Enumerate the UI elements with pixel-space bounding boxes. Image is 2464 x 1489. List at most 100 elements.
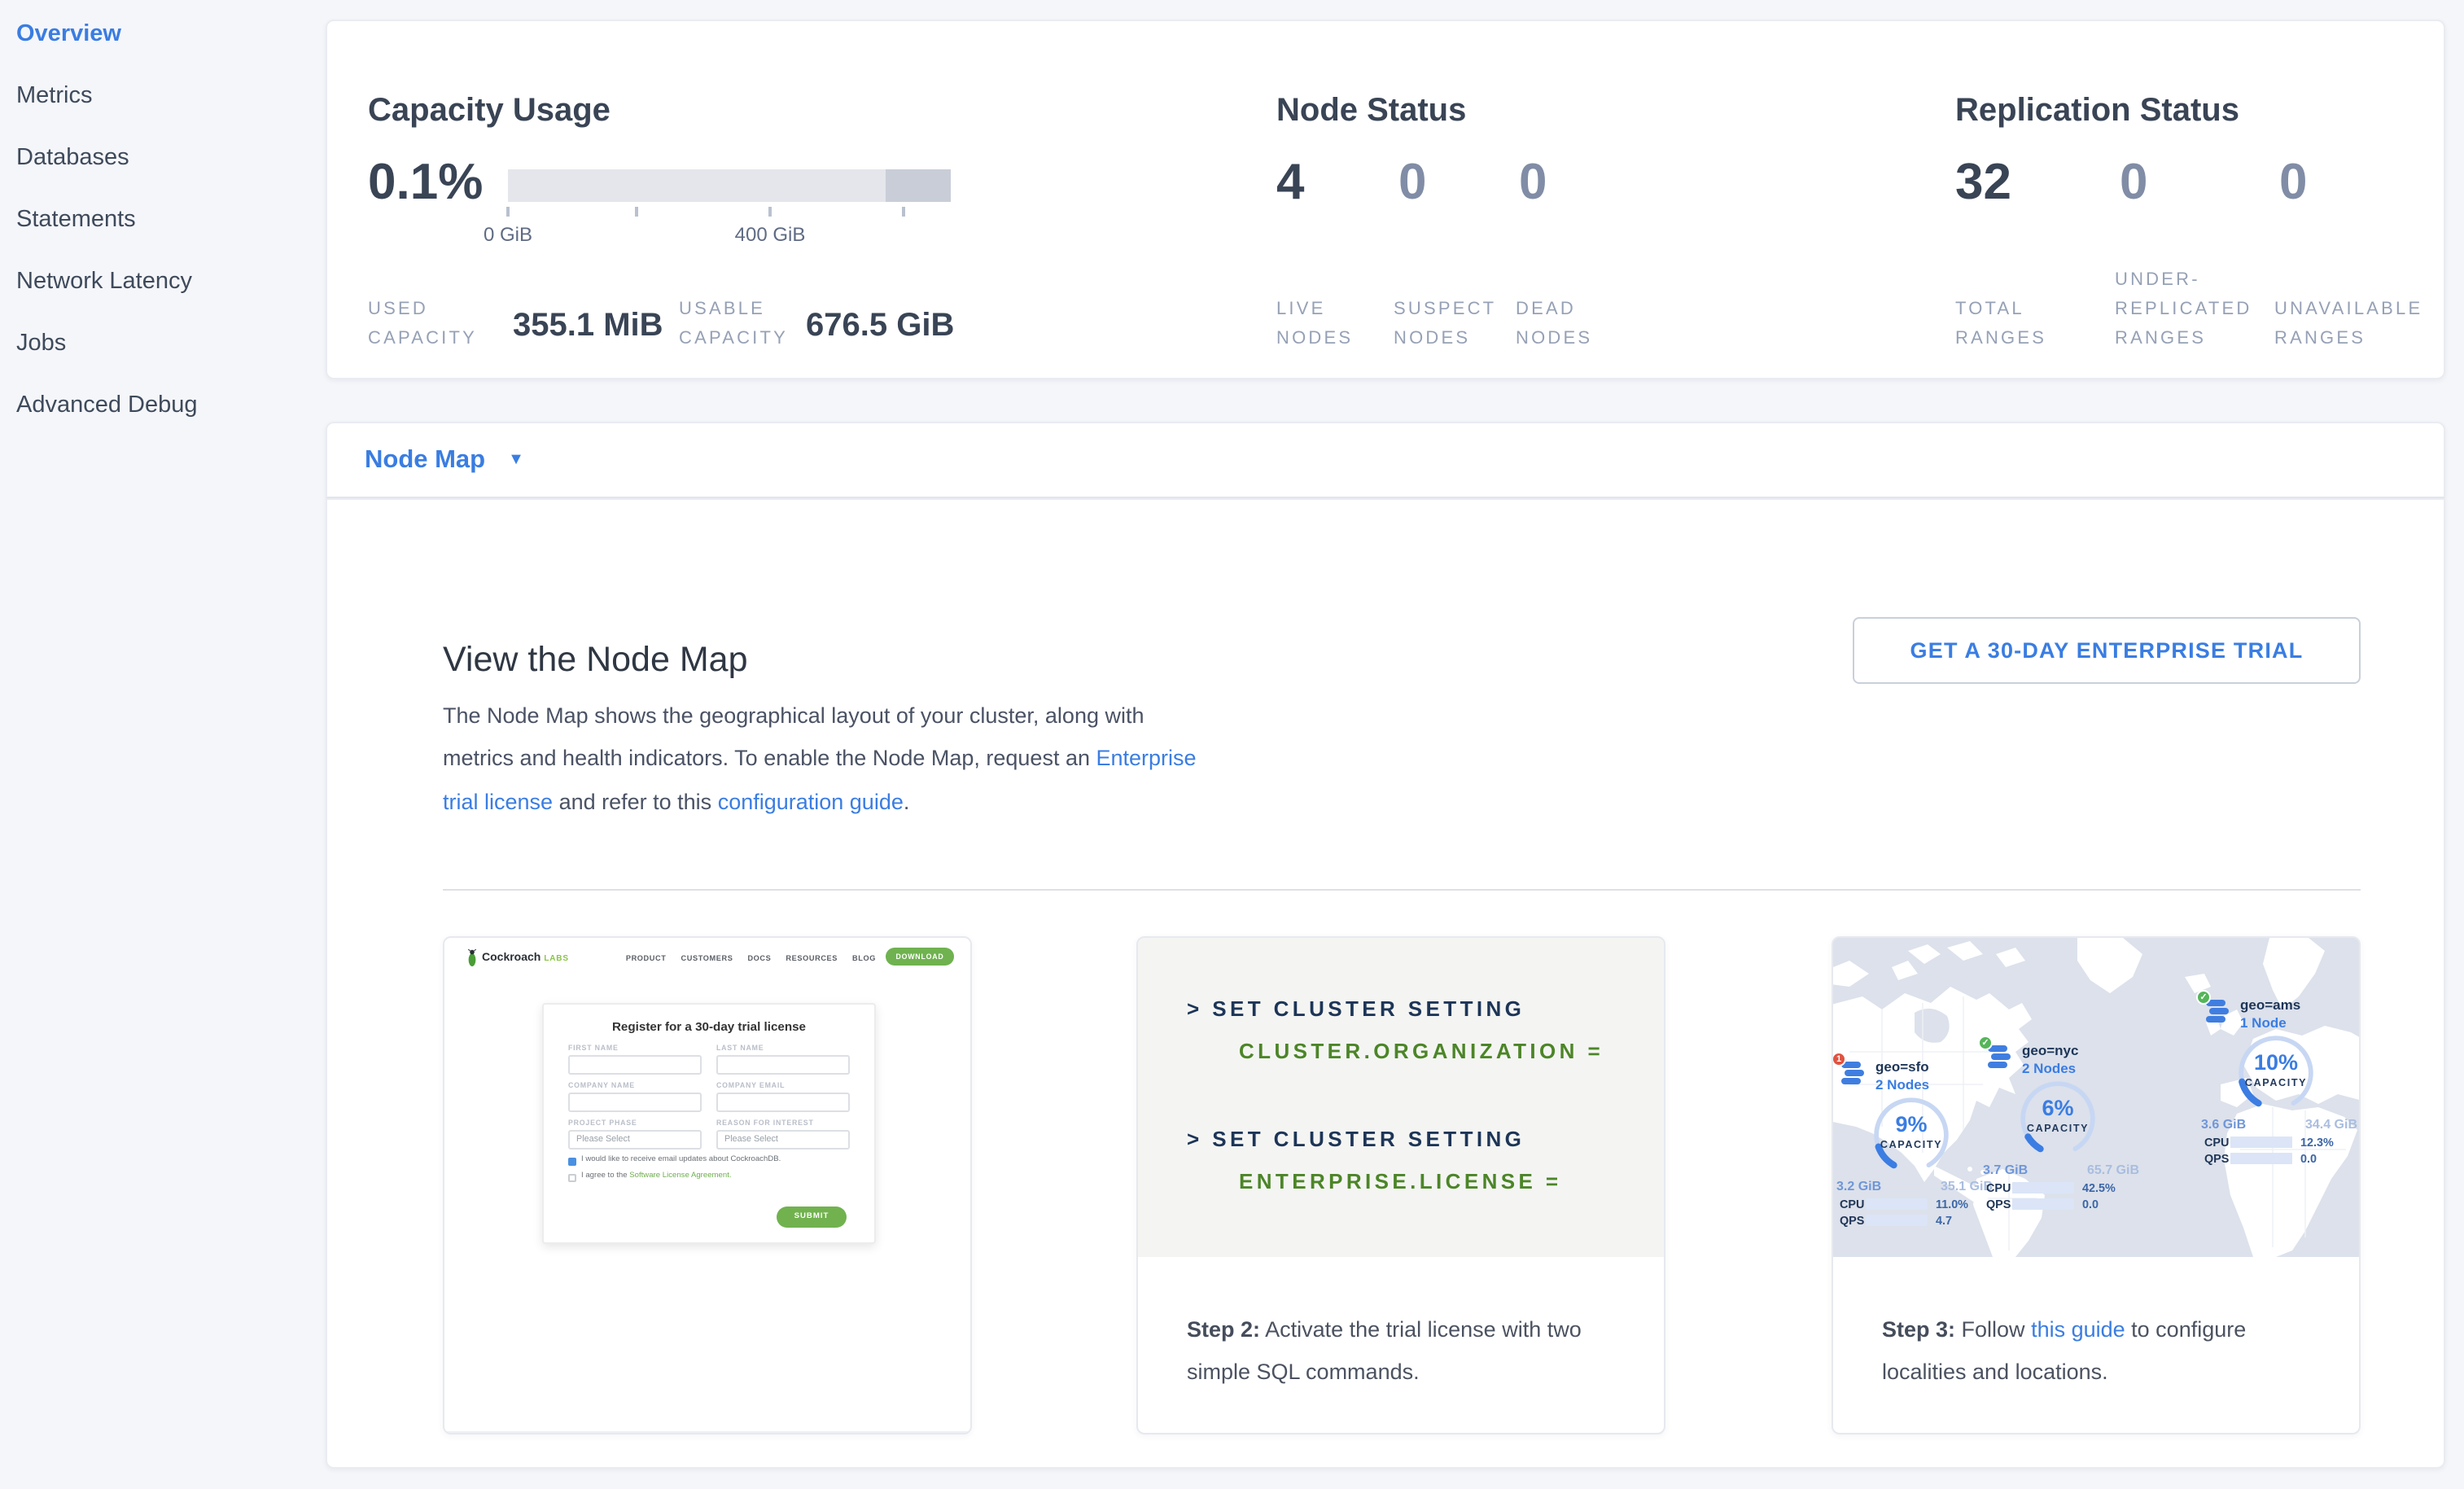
step-2-card: > SET CLUSTER SETTING CLUSTER.ORGANIZATI…	[1136, 936, 1665, 1434]
capacity-gauge: 6% CAPACITY	[2006, 1078, 2110, 1159]
trial-register-form: Register for a 30-day trial license FIRS…	[542, 1003, 876, 1244]
usable-capacity-value: 676.5 GiB	[806, 308, 954, 345]
total-capacity: 65.7 GiB	[2087, 1163, 2139, 1177]
under-replicated-ranges-value: 0	[2120, 155, 2148, 210]
project-phase-select: Please Select	[568, 1130, 702, 1150]
capacity-percent: 0.1%	[368, 155, 483, 210]
this-guide-link[interactable]: this guide	[2031, 1317, 2125, 1342]
checkbox-empty-icon	[568, 1173, 576, 1181]
database-icon	[1840, 1062, 1866, 1086]
locality-name: geo=sfo	[1875, 1058, 1929, 1075]
page: Overview Metrics Databases Statements Ne…	[0, 0, 2464, 1489]
main-content: Capacity Usage 0.1% 0 GiB 400 GiB USEDCA…	[326, 0, 2445, 1469]
used-capacity-value: 355.1 MiB	[513, 308, 663, 345]
capacity-tick	[902, 207, 905, 217]
sidebar: Overview Metrics Databases Statements Ne…	[0, 0, 326, 1489]
sql-commands-image: > SET CLUSTER SETTING CLUSTER.ORGANIZATI…	[1138, 938, 1664, 1257]
node-status-title: Node Status	[1276, 93, 1466, 130]
locality-node-count: 2 Nodes	[1875, 1076, 1929, 1093]
get-enterprise-trial-button[interactable]: GET A 30-DAY ENTERPRISE TRIAL	[1853, 617, 2361, 684]
minisite-header: Cockroach LABS PRODUCT CUSTOMERS DOCS RE…	[444, 938, 970, 980]
node-map-preview-image: 1 geo=sfo 2 Nodes 9% CAPACITY	[1833, 938, 2359, 1257]
locality-name: geo=nyc	[2022, 1042, 2078, 1058]
capacity-bar	[508, 169, 951, 202]
enterprise-trial-license-link[interactable]: Enterprise	[1096, 746, 1197, 770]
capacity-tick	[768, 207, 772, 217]
step-2-caption: Step 2: Activate the trial license with …	[1138, 1257, 1664, 1394]
license-agreement-checkbox: I agree to the Software License Agreemen…	[568, 1172, 850, 1182]
qps-sparkline	[2012, 1198, 2074, 1210]
total-capacity: 35.1 GiB	[1941, 1179, 1993, 1193]
cockroach-bug-icon	[466, 949, 479, 967]
dead-nodes-value: 0	[1519, 155, 1547, 210]
capacity-tick	[506, 207, 510, 217]
sidebar-item-statements[interactable]: Statements	[0, 189, 326, 251]
minisite-download-button: DOWNLOAD	[886, 948, 954, 966]
cluster-stats-panel: Capacity Usage 0.1% 0 GiB 400 GiB USEDCA…	[326, 20, 2445, 379]
cpu-sparkline	[2230, 1136, 2292, 1148]
suspect-nodes-value: 0	[1398, 155, 1427, 210]
checkbox-checked-icon	[568, 1157, 576, 1165]
capacity-usage-title: Capacity Usage	[368, 93, 611, 130]
node-map-dropdown[interactable]: Node Map	[365, 445, 485, 475]
cockroach-labs-logo: Cockroach LABS	[466, 949, 569, 967]
node-map-panel: View the Node Map The Node Map shows the…	[326, 498, 2445, 1469]
healthy-badge-icon: ✓	[1978, 1036, 1993, 1050]
suspect-nodes-label: SUSPECTNODES	[1394, 295, 1496, 353]
enterprise-trial-license-link[interactable]: trial license	[443, 789, 553, 813]
usable-capacity-label: USABLECAPACITY	[679, 295, 788, 353]
used-capacity: 3.7 GiB	[1983, 1163, 2028, 1177]
qps-sparkline	[2230, 1153, 2292, 1164]
submit-button-image: SUBMIT	[777, 1207, 847, 1228]
capacity-gauge: 10% CAPACITY	[2224, 1032, 2328, 1114]
capacity-gauge: 9% CAPACITY	[1859, 1094, 1963, 1176]
capacity-tick-label-0: 0 GiB	[443, 223, 573, 246]
step-3-card: 1 geo=sfo 2 Nodes 9% CAPACITY	[1832, 936, 2361, 1434]
sql-line: CLUSTER.ORGANIZATION =	[1239, 1039, 1604, 1063]
total-ranges-label: TOTALRANGES	[1955, 295, 2046, 353]
sidebar-item-databases[interactable]: Databases	[0, 127, 326, 189]
locality-name: geo=ams	[2240, 996, 2300, 1013]
first-name-field	[568, 1055, 702, 1075]
healthy-badge-icon: ✓	[2196, 990, 2211, 1005]
reason-for-interest-select: Please Select	[716, 1130, 850, 1150]
sidebar-item-overview[interactable]: Overview	[0, 3, 326, 65]
live-nodes-label: LIVENODES	[1276, 295, 1353, 353]
sql-line: ENTERPRISE.LICENSE =	[1239, 1169, 1561, 1193]
email-updates-checkbox: I would like to receive email updates ab…	[568, 1156, 850, 1166]
locality-node-count: 1 Node	[2240, 1014, 2287, 1031]
last-name-field	[716, 1055, 850, 1075]
cpu-sparkline	[1866, 1198, 1928, 1210]
chevron-down-icon[interactable]: ▼	[508, 451, 524, 469]
total-capacity: 34.4 GiB	[2305, 1117, 2357, 1132]
company-email-field	[716, 1093, 850, 1112]
database-icon	[1986, 1045, 2012, 1070]
page-title: View the Node Map	[443, 640, 748, 681]
dead-nodes-label: DEADNODES	[1516, 295, 1592, 353]
sidebar-item-network-latency[interactable]: Network Latency	[0, 251, 326, 313]
live-nodes-value: 4	[1276, 155, 1305, 210]
locality-ams: ✓ geo=ams 1 Node 10% CAPACITY	[2201, 996, 2357, 1032]
capacity-tick	[635, 207, 638, 217]
used-capacity-label: USEDCAPACITY	[368, 295, 477, 353]
minisite-nav: PRODUCT CUSTOMERS DOCS RESOURCES BLOG	[626, 954, 876, 962]
company-name-field	[568, 1093, 702, 1112]
cpu-sparkline	[2012, 1182, 2074, 1193]
divider	[443, 889, 2361, 891]
step-1-caption: Step 1: Get a trial license delivered st…	[444, 1433, 970, 1434]
trial-license-form-image: Cockroach LABS PRODUCT CUSTOMERS DOCS RE…	[444, 938, 970, 1433]
sidebar-item-advanced-debug[interactable]: Advanced Debug	[0, 374, 326, 436]
sidebar-item-jobs[interactable]: Jobs	[0, 313, 326, 374]
total-ranges-value: 32	[1955, 155, 2011, 210]
form-title: Register for a 30-day trial license	[568, 1019, 850, 1034]
capacity-tick-label-400: 400 GiB	[705, 223, 835, 246]
locality-node-count: 2 Nodes	[2022, 1060, 2076, 1076]
locality-nyc: ✓ geo=nyc 2 Nodes 6% CAPACITY	[1983, 1042, 2139, 1078]
sidebar-item-metrics[interactable]: Metrics	[0, 65, 326, 127]
unavailable-ranges-value: 0	[2279, 155, 2308, 210]
sql-line: > SET CLUSTER SETTING	[1187, 996, 1525, 1021]
step-3-caption: Step 3: Follow this guide to configure l…	[1833, 1257, 2359, 1394]
configuration-guide-link[interactable]: configuration guide	[718, 789, 904, 813]
used-capacity: 3.2 GiB	[1836, 1179, 1881, 1193]
node-map-description: The Node Map shows the geographical layo…	[443, 694, 1276, 824]
